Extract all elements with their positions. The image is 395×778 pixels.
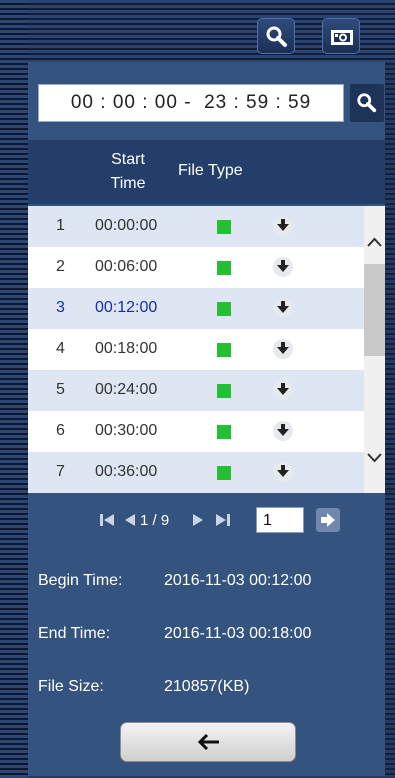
- download-icon: [277, 260, 289, 272]
- download-button[interactable]: [273, 216, 293, 236]
- table-row[interactable]: 1 00:00:00: [28, 206, 364, 247]
- file-size-label: File Size:: [38, 678, 104, 695]
- download-button[interactable]: [273, 462, 293, 482]
- first-page-icon[interactable]: [98, 511, 116, 529]
- snapshot-button[interactable]: [322, 18, 360, 54]
- record-list: 1 00:00:00 2 00:06:00 3 00:12:00 4 00:18…: [28, 206, 364, 493]
- chevron-up-icon: [367, 237, 382, 247]
- download-button[interactable]: [273, 380, 293, 400]
- file-type-swatch: [217, 302, 231, 316]
- list-scrollbar[interactable]: [364, 206, 385, 493]
- begin-time-value: 2016-11-03 00:12:00: [164, 572, 312, 589]
- file-type-swatch: [217, 425, 231, 439]
- back-button[interactable]: [120, 722, 296, 762]
- page-number-input[interactable]: 1: [256, 507, 304, 533]
- download-button[interactable]: [273, 298, 293, 318]
- table-row[interactable]: 5 00:24:00: [28, 370, 364, 411]
- file-type-swatch: [217, 384, 231, 398]
- end-time-value: 2016-11-03 00:18:00: [164, 625, 312, 642]
- chevron-down-icon: [367, 453, 382, 463]
- zoom-button[interactable]: [257, 18, 295, 54]
- arrow-left-icon: [198, 733, 219, 751]
- header-start-time: Start Time: [110, 151, 146, 192]
- end-time-label: End Time:: [38, 625, 111, 642]
- arrow-right-icon: [321, 513, 335, 527]
- scroll-thumb[interactable]: [364, 264, 385, 356]
- scroll-down-button[interactable]: [364, 446, 385, 468]
- table-row[interactable]: 3 00:12:00: [28, 288, 364, 329]
- table-header: Start Time File Type: [28, 140, 385, 204]
- download-button[interactable]: [273, 421, 293, 441]
- page-indicator: 1 / 9: [140, 512, 170, 529]
- file-size-value: 210857(KB): [164, 678, 250, 695]
- file-type-swatch: [217, 261, 231, 275]
- download-icon: [277, 424, 289, 436]
- prev-page-icon[interactable]: [123, 511, 137, 529]
- begin-time-label: Begin Time:: [38, 572, 123, 589]
- time-range-input[interactable]: 00 : 00 : 00 - 23 : 59 : 59: [38, 84, 344, 122]
- file-type-swatch: [217, 220, 231, 234]
- playback-panel: 00 : 00 : 00 - 23 : 59 : 59 Start Time F…: [28, 62, 385, 776]
- download-icon: [277, 383, 289, 395]
- search-icon: [266, 26, 287, 47]
- download-icon: [277, 301, 289, 313]
- next-page-icon[interactable]: [191, 511, 205, 529]
- left-strip: [0, 0, 28, 778]
- go-page-button[interactable]: [316, 508, 340, 532]
- last-page-icon[interactable]: [214, 511, 232, 529]
- header-file-type: File Type: [178, 162, 243, 179]
- download-button[interactable]: [273, 339, 293, 359]
- end-time-row: End Time: 2016-11-03 00:18:00: [38, 625, 311, 643]
- file-type-swatch: [217, 343, 231, 357]
- pagination: 1 / 9 1: [28, 504, 385, 538]
- search-button[interactable]: [350, 84, 384, 122]
- download-button[interactable]: [273, 257, 293, 277]
- download-icon: [277, 219, 289, 231]
- search-icon: [357, 93, 377, 113]
- file-type-swatch: [217, 466, 231, 480]
- top-toolbar: [28, 0, 395, 62]
- begin-time-row: Begin Time: 2016-11-03 00:12:00: [38, 572, 311, 590]
- camera-icon: [331, 30, 353, 45]
- table-row[interactable]: 7 00:36:00: [28, 452, 364, 493]
- download-icon: [277, 465, 289, 477]
- table-row[interactable]: 2 00:06:00: [28, 247, 364, 288]
- file-size-row: File Size: 210857(KB): [38, 678, 249, 696]
- download-icon: [277, 342, 289, 354]
- table-row[interactable]: 4 00:18:00: [28, 329, 364, 370]
- scroll-up-button[interactable]: [364, 232, 385, 254]
- table-row[interactable]: 6 00:30:00: [28, 411, 364, 452]
